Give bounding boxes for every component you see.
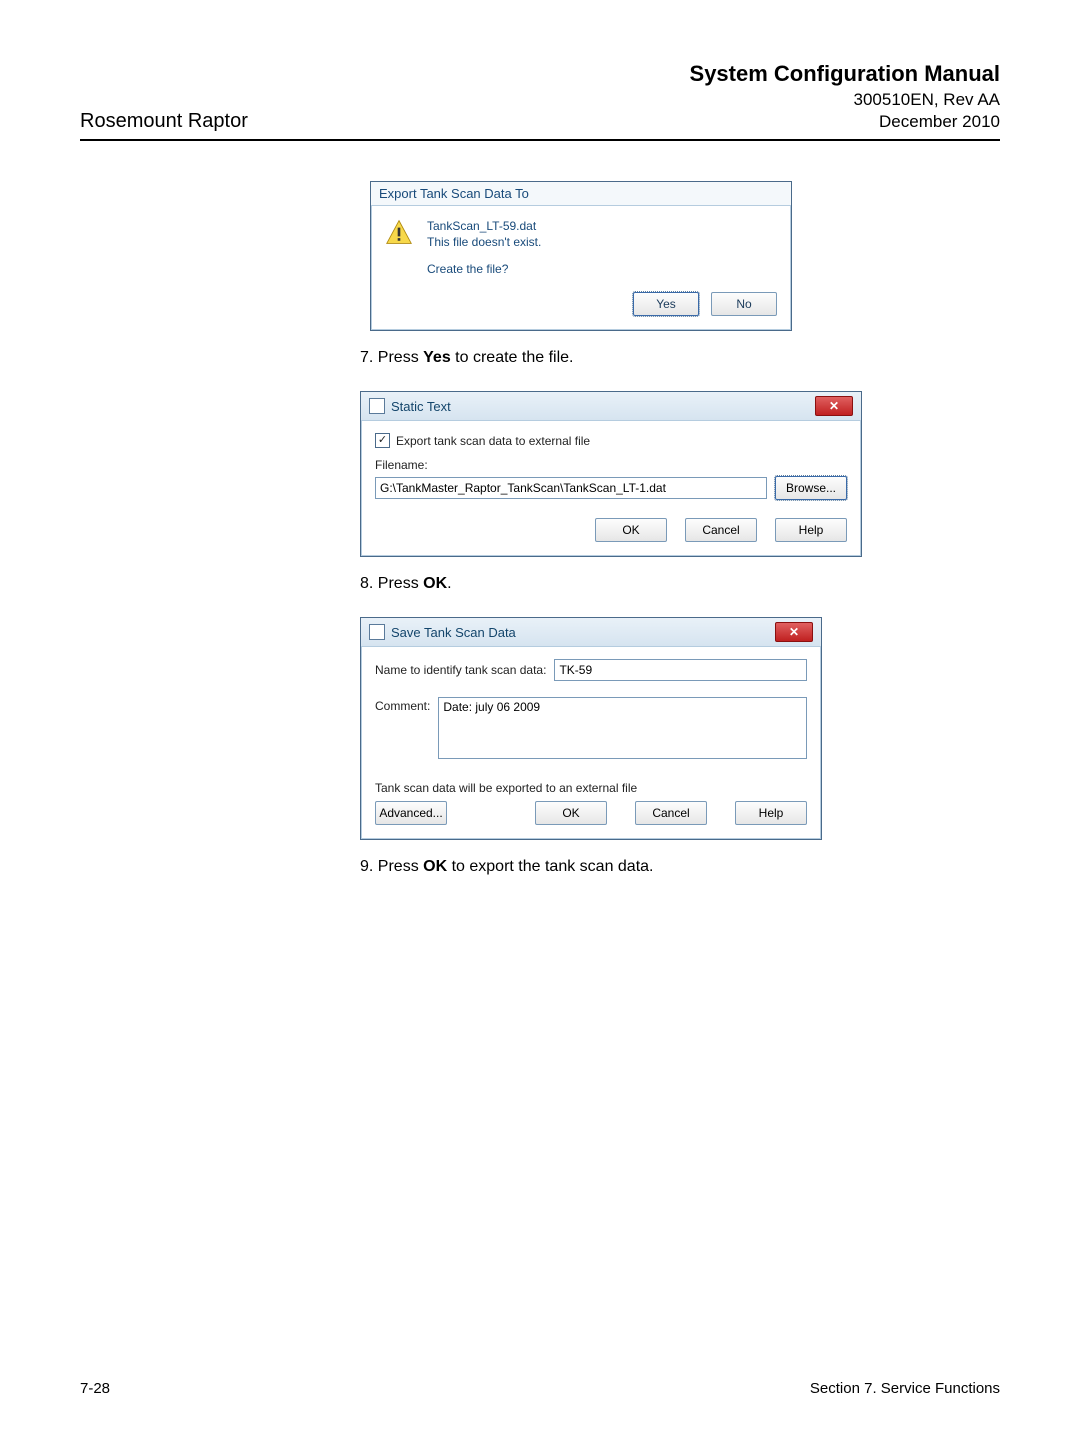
- close-button[interactable]: ✕: [775, 622, 813, 642]
- cancel-button-label: Cancel: [652, 806, 689, 820]
- page-header: Rosemount Raptor System Configuration Ma…: [80, 60, 1000, 141]
- section-title: Section 7. Service Functions: [810, 1380, 1000, 1397]
- name-input[interactable]: TK-59: [554, 659, 807, 681]
- help-button[interactable]: Help: [775, 518, 847, 542]
- cancel-button[interactable]: Cancel: [685, 518, 757, 542]
- comment-input[interactable]: Date: july 06 2009: [438, 697, 807, 759]
- dialog-title: Save Tank Scan Data: [391, 625, 516, 640]
- page-number: 7-28: [80, 1380, 110, 1397]
- help-button-label: Help: [799, 523, 824, 537]
- no-button-label: No: [736, 297, 751, 311]
- browse-button-label: Browse...: [786, 481, 836, 495]
- close-button[interactable]: ✕: [815, 396, 853, 416]
- step-8: 8. Press OK.: [360, 575, 920, 593]
- confirm-question: Create the file?: [427, 262, 541, 276]
- app-icon: [369, 398, 385, 414]
- advanced-button[interactable]: Advanced...: [375, 801, 447, 825]
- step-7: 7. Press Yes to create the file.: [360, 349, 920, 367]
- confirm-missing: This file doesn't exist.: [427, 234, 541, 250]
- comment-label: Comment:: [375, 697, 430, 713]
- yes-button-label: Yes: [656, 297, 676, 311]
- export-checkbox[interactable]: ✓: [375, 433, 390, 448]
- yes-button[interactable]: Yes: [633, 292, 699, 316]
- ok-button[interactable]: OK: [595, 518, 667, 542]
- filename-label: Filename:: [375, 458, 847, 472]
- export-confirm-dialog: Export Tank Scan Data To TankScan_LT-59.…: [370, 181, 792, 331]
- cancel-button[interactable]: Cancel: [635, 801, 707, 825]
- no-button[interactable]: No: [711, 292, 777, 316]
- name-label: Name to identify tank scan data:: [375, 663, 546, 677]
- step-9: 9. Press OK to export the tank scan data…: [360, 858, 920, 876]
- dialog-title: Static Text: [391, 399, 451, 414]
- advanced-button-label: Advanced...: [379, 806, 442, 820]
- ok-button-label: OK: [622, 523, 639, 537]
- help-button-label: Help: [759, 806, 784, 820]
- cancel-button-label: Cancel: [702, 523, 739, 537]
- doc-title: System Configuration Manual: [690, 60, 1000, 89]
- help-button[interactable]: Help: [735, 801, 807, 825]
- dialog-title: Export Tank Scan Data To: [371, 182, 791, 206]
- doc-number: 300510EN, Rev AA: [690, 89, 1000, 111]
- export-checkbox-label: Export tank scan data to external file: [396, 434, 590, 448]
- filename-input[interactable]: G:\TankMaster_Raptor_TankScan\TankScan_L…: [375, 477, 767, 499]
- ok-button[interactable]: OK: [535, 801, 607, 825]
- static-text-dialog: Static Text ✕ ✓ Export tank scan data to…: [360, 391, 862, 557]
- ok-button-label: OK: [562, 806, 579, 820]
- warning-icon: [385, 218, 413, 246]
- export-note: Tank scan data will be exported to an ex…: [375, 781, 807, 795]
- confirm-filename: TankScan_LT-59.dat: [427, 218, 541, 234]
- doc-date: December 2010: [690, 111, 1000, 133]
- app-icon: [369, 624, 385, 640]
- product-name: Rosemount Raptor: [80, 110, 248, 133]
- browse-button[interactable]: Browse...: [775, 476, 847, 500]
- save-tank-scan-dialog: Save Tank Scan Data ✕ Name to identify t…: [360, 617, 822, 840]
- page-footer: 7-28 Section 7. Service Functions: [80, 1380, 1000, 1397]
